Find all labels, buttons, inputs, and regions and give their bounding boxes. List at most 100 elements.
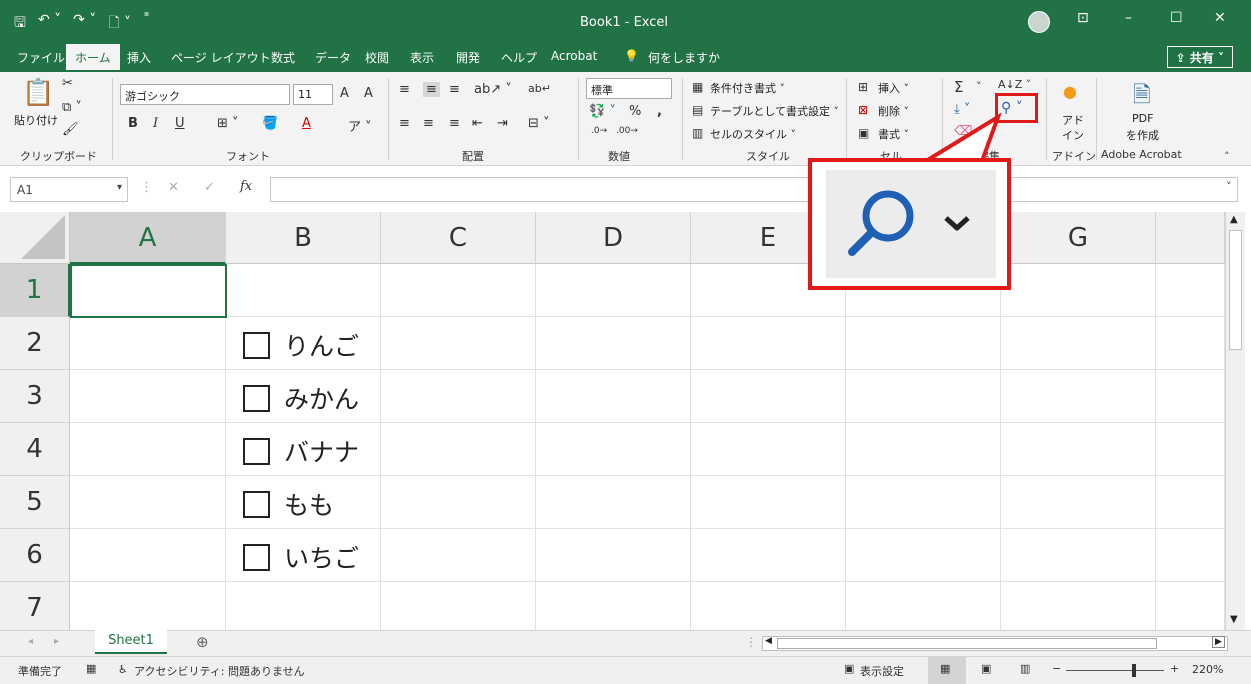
- fill-color-icon[interactable]: 🪣: [262, 116, 278, 131]
- accessibility-icon[interactable]: ♿: [118, 663, 128, 676]
- insert-function-icon[interactable]: fx: [240, 179, 252, 194]
- close-button[interactable]: ✕: [1214, 10, 1226, 26]
- tab-acrobat[interactable]: Acrobat: [551, 49, 597, 63]
- format-cells-button[interactable]: 書式 ˅: [878, 126, 909, 142]
- grid-cell[interactable]: [536, 476, 691, 529]
- ribbon-display-icon[interactable]: ⊡: [1077, 10, 1089, 26]
- grid-cell[interactable]: [381, 370, 536, 423]
- grid-cell[interactable]: [381, 423, 536, 476]
- column-header-c[interactable]: C: [381, 212, 536, 264]
- grid-cell[interactable]: [846, 317, 1001, 370]
- align-left-icon[interactable]: ≡: [399, 116, 410, 131]
- undo-icon[interactable]: ↶ ˅: [38, 12, 61, 36]
- tab-formulas[interactable]: 数式: [271, 49, 295, 66]
- vertical-scrollbar[interactable]: ▲ ▼: [1225, 212, 1245, 630]
- checkbox-icon[interactable]: [243, 543, 270, 571]
- grid-cell[interactable]: [1001, 423, 1156, 476]
- number-format-combo[interactable]: 標準: [586, 78, 672, 99]
- tab-review[interactable]: 校閲: [365, 49, 389, 66]
- grow-font-icon[interactable]: A: [340, 86, 349, 101]
- decrease-decimal-icon[interactable]: .00→: [616, 126, 638, 136]
- next-sheet-icon[interactable]: ▸: [54, 636, 59, 647]
- insert-cells-icon[interactable]: ⊞: [858, 80, 868, 94]
- row-header-5[interactable]: 5: [0, 476, 70, 529]
- grid-cell[interactable]: [846, 582, 1001, 630]
- active-cell-a1[interactable]: [70, 264, 227, 318]
- grid-cell[interactable]: [381, 264, 536, 317]
- delete-cells-icon[interactable]: ⊠: [858, 103, 868, 117]
- sort-filter-icon[interactable]: A↓Z ˅: [998, 78, 1031, 91]
- align-middle-icon[interactable]: ≡: [423, 82, 440, 97]
- formula-input[interactable]: [270, 177, 1238, 202]
- name-box[interactable]: A1 ▾: [10, 177, 128, 202]
- align-top-icon[interactable]: ≡: [399, 82, 410, 97]
- horizontal-scroll-thumb[interactable]: [777, 638, 1157, 649]
- column-header-b[interactable]: B: [226, 212, 381, 264]
- scroll-right-icon[interactable]: ▶: [1212, 636, 1225, 648]
- grid-cell[interactable]: [691, 317, 846, 370]
- share-button[interactable]: ⇪ 共有 ˅: [1166, 46, 1233, 68]
- grid-cell[interactable]: [1001, 370, 1156, 423]
- bold-icon[interactable]: B: [128, 116, 138, 131]
- grid-cell[interactable]: [70, 529, 226, 582]
- checkbox-icon[interactable]: [243, 490, 270, 518]
- font-size-combo[interactable]: 11: [293, 84, 333, 105]
- split-handle-icon[interactable]: ⋮: [745, 635, 757, 649]
- grid-cell[interactable]: [1001, 529, 1156, 582]
- grid-cell[interactable]: [70, 423, 226, 476]
- format-table-icon[interactable]: ▤: [692, 103, 703, 117]
- row-header-4[interactable]: 4: [0, 423, 70, 476]
- tab-view[interactable]: 表示: [410, 49, 434, 66]
- grid-cell[interactable]: [70, 476, 226, 529]
- cancel-icon[interactable]: ✕: [168, 180, 179, 195]
- zoom-level[interactable]: 220%: [1192, 663, 1223, 676]
- row-header-3[interactable]: 3: [0, 370, 70, 423]
- align-bottom-icon[interactable]: ≡: [449, 82, 460, 97]
- addin-text-1[interactable]: アド: [1062, 112, 1084, 128]
- checkbox-icon[interactable]: [243, 331, 270, 359]
- grid-cell[interactable]: [691, 529, 846, 582]
- scroll-left-icon[interactable]: ◀: [765, 636, 772, 646]
- account-avatar[interactable]: [1028, 11, 1050, 33]
- grid-cell[interactable]: [1156, 582, 1225, 630]
- create-pdf-text-1[interactable]: PDF: [1132, 112, 1153, 125]
- add-sheet-icon[interactable]: ⊕: [196, 633, 209, 651]
- pdf-icon[interactable]: 🗎: [1133, 78, 1151, 116]
- row-header-1[interactable]: 1: [0, 264, 70, 317]
- row-header-2[interactable]: 2: [0, 317, 70, 370]
- grid-cell[interactable]: [226, 582, 381, 630]
- grid-cell[interactable]: [1156, 476, 1225, 529]
- grid-cell[interactable]: [1156, 370, 1225, 423]
- copy-icon[interactable]: ⧉ ˅: [62, 100, 82, 115]
- conditional-format-button[interactable]: 条件付き書式 ˅: [710, 80, 785, 96]
- grid-cell[interactable]: [536, 423, 691, 476]
- currency-icon[interactable]: 💱 ˅: [589, 104, 616, 119]
- paste-label[interactable]: 貼り付け: [14, 112, 58, 128]
- border-icon[interactable]: ⊞ ˅: [217, 116, 239, 131]
- prev-sheet-icon[interactable]: ◂: [28, 636, 33, 647]
- wrap-text-icon[interactable]: ab↵: [528, 82, 551, 95]
- paste-icon[interactable]: 📋: [22, 78, 54, 108]
- grid-cell[interactable]: [846, 370, 1001, 423]
- save-icon[interactable]: 🖫: [14, 12, 26, 36]
- italic-icon[interactable]: I: [153, 116, 158, 131]
- checkbox-icon[interactable]: [243, 437, 270, 465]
- accessibility-status[interactable]: アクセシビリティ: 問題ありません: [134, 663, 305, 679]
- row-header-7[interactable]: 7: [0, 582, 70, 630]
- tab-help[interactable]: ヘルプ: [501, 49, 537, 66]
- grid-cell[interactable]: [70, 582, 226, 630]
- grid-cell[interactable]: [536, 529, 691, 582]
- cell-styles-button[interactable]: セルのスタイル ˅: [710, 126, 796, 142]
- grid-cell[interactable]: [1156, 423, 1225, 476]
- shrink-font-icon[interactable]: A: [364, 86, 373, 101]
- grid-cell[interactable]: [381, 529, 536, 582]
- grid-cell[interactable]: [226, 264, 381, 317]
- vertical-scroll-thumb[interactable]: [1229, 230, 1242, 350]
- conditional-format-icon[interactable]: ▦: [692, 80, 703, 94]
- grid-cell[interactable]: [381, 582, 536, 630]
- orientation-icon[interactable]: ab↗ ˅: [474, 82, 512, 97]
- grid-cell[interactable]: [691, 370, 846, 423]
- customize-icon[interactable]: ˭: [143, 12, 150, 36]
- select-all-corner[interactable]: [0, 212, 70, 264]
- grid-cell[interactable]: [846, 476, 1001, 529]
